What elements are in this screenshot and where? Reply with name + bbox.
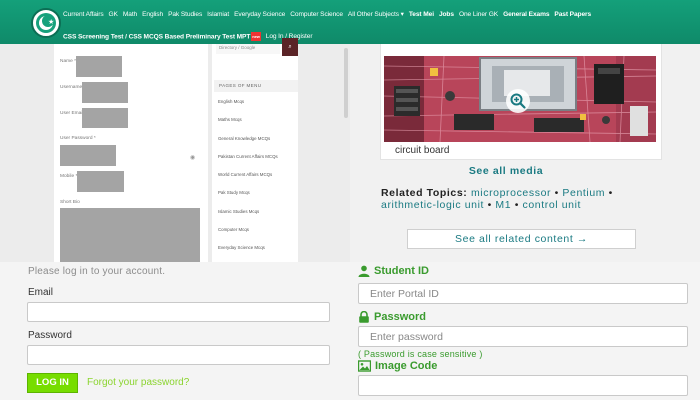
student-id-input[interactable] — [358, 283, 688, 304]
related-link-pentium[interactable]: Pentium — [562, 187, 605, 199]
nav-link-islamiat[interactable]: Islamiat — [207, 10, 229, 19]
short-bio-textarea[interactable] — [60, 208, 200, 262]
nav-link-current-affairs[interactable]: Current Affairs — [63, 10, 104, 19]
registration-form: Name * Username * User Email * User Pass… — [54, 44, 208, 262]
directory-search-button[interactable]: ⌕ — [282, 38, 298, 56]
image-icon — [358, 360, 371, 372]
login-prompt: Please log in to your account. — [28, 266, 166, 277]
vertical-scrollbar[interactable] — [344, 48, 348, 118]
name-label: Name * — [60, 59, 76, 64]
menu-item-pak-study-mcqs[interactable]: Pak Study Mcqs — [218, 191, 278, 209]
login-button[interactable]: LOG IN — [27, 373, 78, 393]
menu-item-islamic-studies-mcqs[interactable]: Islamic Studies Mcqs — [218, 209, 278, 228]
lock-icon — [359, 311, 369, 323]
password-input[interactable] — [27, 345, 330, 365]
menu-item-world-current-affairs[interactable]: World Current Affairs MCQs — [218, 172, 278, 191]
nav-link-all-other-subjects[interactable]: All Other Subjects ▾ — [348, 10, 404, 19]
email-label: Email — [28, 287, 54, 298]
menu-item-computer-mcqs[interactable]: Computer Mcqs — [218, 227, 278, 246]
user-password-label: User Password * — [60, 136, 96, 141]
top-navigation-bar: ★ Current Affairs GK Math English Pak St… — [0, 0, 700, 44]
username-field[interactable] — [82, 82, 128, 103]
directory-menu: Directory / Google ⌕ PAGES OF MENU Engli… — [212, 38, 298, 268]
student-id-label: Student ID — [374, 265, 429, 277]
nav-link-gk[interactable]: GK — [109, 10, 118, 19]
student-id-label-row: Student ID — [358, 265, 429, 277]
forgot-password-link[interactable]: Forgot your password? — [87, 377, 189, 388]
separator-dot: • — [511, 198, 523, 211]
nav-link-test-mei[interactable]: Test Mei — [409, 10, 434, 19]
nav-link-css-screening-test[interactable]: CSS Screening Test / CSS MCQS Based Prel… — [63, 32, 261, 41]
registration-panel: Name * Username * User Email * User Pass… — [0, 38, 350, 268]
eye-icon[interactable]: ◉ — [190, 154, 195, 161]
nav-link-computer-science[interactable]: Computer Science — [290, 10, 343, 19]
separator-dot: • — [551, 187, 563, 199]
page: ★ Current Affairs GK Math English Pak St… — [0, 0, 700, 400]
image-code-input[interactable] — [358, 375, 688, 396]
nav-link-jobs[interactable]: Jobs — [439, 10, 454, 19]
new-badge: new — [251, 32, 261, 41]
related-link-control-unit[interactable]: control unit — [522, 199, 581, 211]
circuit-board-image[interactable] — [384, 56, 656, 142]
portal-password-label: Password — [374, 311, 426, 323]
separator-dot: • — [484, 198, 496, 211]
nav-menu-secondary: CSS Screening Test / CSS MCQS Based Prel… — [63, 32, 313, 41]
related-link-arithmetic-logic-unit[interactable]: arithmetic-logic unit — [381, 199, 484, 211]
separator-dot: • — [605, 187, 613, 199]
image-caption: circuit board — [395, 145, 450, 156]
nav-link-general-exams[interactable]: General Exams — [503, 10, 549, 19]
email-input[interactable] — [27, 302, 330, 322]
user-icon — [358, 265, 370, 277]
nav-link-pak-studies[interactable]: Pak Studies — [168, 10, 202, 19]
media-card: circuit board — [380, 44, 662, 160]
nav-link-one-liner-gk[interactable]: One Liner GK — [459, 10, 498, 19]
user-password-field[interactable] — [60, 145, 116, 166]
nav-link-css-screening-label: CSS Screening Test / CSS MCQS Based Prel… — [63, 33, 251, 41]
site-logo[interactable]: ★ — [31, 8, 61, 38]
case-sensitive-note: ( Password is case sensitive ) — [358, 349, 483, 359]
mobile-field[interactable] — [77, 171, 124, 192]
menu-item-maths-mcqs[interactable]: Maths Mcqs — [218, 118, 278, 136]
see-all-related-button[interactable]: See all related content → — [407, 229, 636, 249]
nav-menu-primary: Current Affairs GK Math English Pak Stud… — [63, 10, 591, 19]
media-panel: circuit board See all media Related Topi… — [350, 44, 700, 262]
directory-search-input[interactable]: Directory / Google — [216, 44, 280, 54]
mobile-label: Mobile * — [60, 174, 78, 179]
related-topics: Related Topics: microprocessor • Pentium… — [381, 187, 671, 211]
nav-link-english[interactable]: English — [142, 10, 163, 19]
menu-item-list: English Mcqs Maths Mcqs General Knowledg… — [218, 99, 278, 283]
nav-link-math[interactable]: Math — [123, 10, 137, 19]
menu-item-general-knowledge-mcqs[interactable]: General Knowledge MCQs — [218, 136, 278, 155]
related-topics-label: Related Topics: — [381, 187, 468, 199]
user-email-field[interactable] — [82, 108, 128, 128]
see-all-media-link[interactable]: See all media — [350, 165, 662, 177]
nav-link-everyday-science[interactable]: Everyday Science — [234, 10, 285, 19]
short-bio-label: Short Bio — [60, 200, 80, 205]
portal-password-input[interactable] — [358, 326, 688, 347]
menu-item-pakistan-current-affairs[interactable]: Pakistan Current Affairs MCQs — [218, 154, 278, 173]
menu-heading: PAGES OF MENU — [214, 80, 298, 92]
related-link-m1[interactable]: M1 — [495, 199, 511, 211]
password-label-row: Password — [358, 311, 426, 323]
related-link-microprocessor[interactable]: microprocessor — [471, 187, 551, 199]
name-field[interactable] — [76, 56, 122, 77]
logo-star-icon: ★ — [48, 19, 55, 26]
nav-link-past-papers[interactable]: Past Papers — [554, 10, 591, 19]
password-label: Password — [28, 330, 72, 341]
image-code-label-row: Image Code — [358, 360, 437, 372]
login-panel: Please log in to your account. Email Pas… — [0, 262, 350, 400]
student-portal-panel: Student ID Password ( Password is case s… — [350, 262, 700, 400]
zoom-in-icon[interactable] — [506, 89, 530, 113]
menu-item-english-mcqs[interactable]: English Mcqs — [218, 99, 278, 118]
image-code-label: Image Code — [375, 360, 438, 372]
